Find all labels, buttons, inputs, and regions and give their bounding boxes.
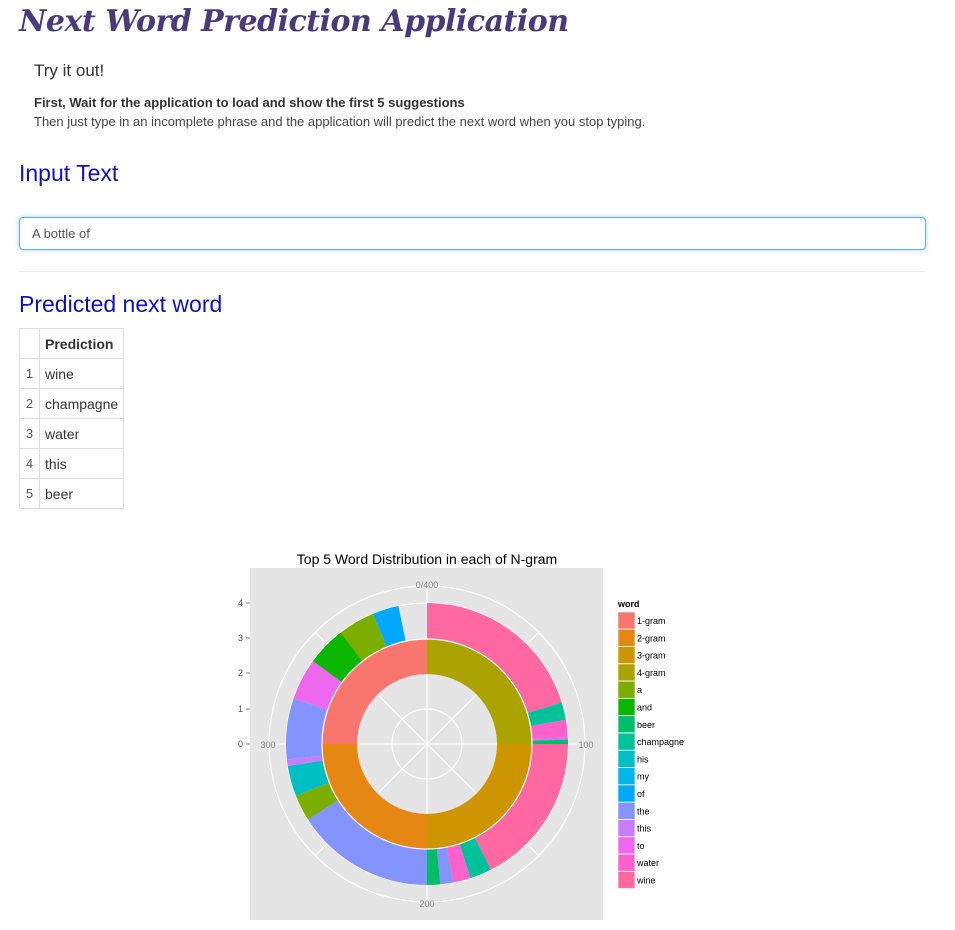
r-tick-label: 0	[238, 739, 243, 749]
legend-key	[617, 819, 636, 837]
row-index: 2	[19, 388, 40, 419]
row-number-header	[19, 328, 40, 359]
load-instruction: First, Wait for the application to load …	[34, 95, 465, 110]
legend-label: a	[637, 685, 642, 695]
legend-label: 1-gram	[637, 616, 666, 626]
table-row: 3 water	[19, 418, 125, 449]
legend-label: 3-gram	[637, 651, 666, 661]
predicted-word: this	[38, 448, 125, 479]
row-index: 5	[19, 478, 40, 509]
phrase-input[interactable]	[20, 218, 925, 249]
r-tick-label: 2	[238, 668, 243, 678]
phrase-input-wrapper[interactable]	[19, 217, 926, 250]
legend-label: 2-gram	[637, 633, 666, 643]
legend-label: the	[637, 806, 650, 816]
legend-label: 4-gram	[637, 668, 666, 678]
predicted-word: champagne	[38, 388, 125, 419]
legend-label: beer	[637, 720, 655, 730]
legend-key	[617, 698, 636, 716]
legend-key	[617, 767, 636, 785]
try-it-text: Try it out!	[34, 61, 105, 80]
legend-key	[617, 750, 636, 768]
legend-label: water	[636, 858, 659, 868]
row-index: 4	[19, 448, 40, 479]
legend-key	[617, 732, 636, 751]
r-tick-label: 1	[238, 704, 243, 714]
predicted-next-word-heading: Predicted next word	[19, 291, 223, 317]
theta-tick-label: 100	[578, 740, 593, 750]
input-text-heading: Input Text	[19, 160, 119, 186]
chart-title: Top 5 Word Distribution in each of N-gra…	[297, 551, 557, 567]
legend-key	[617, 801, 636, 820]
usage-instruction: Then just type in an incomplete phrase a…	[34, 114, 646, 129]
legend-title: word	[617, 599, 640, 609]
legend-key	[617, 646, 636, 664]
legend-key	[617, 784, 636, 803]
theta-tick-label: 0/400	[416, 580, 439, 590]
table-row: 2 champagne	[19, 388, 125, 419]
legend-label: champagne	[637, 737, 684, 747]
theta-tick-label: 300	[260, 740, 275, 750]
legend-key	[617, 836, 636, 855]
predicted-word: water	[38, 418, 125, 449]
legend-label: wine	[636, 876, 656, 886]
theta-tick-label: 200	[419, 899, 434, 909]
row-index: 1	[19, 358, 40, 389]
legend-key	[617, 715, 636, 734]
intro-panel: Try it out! First, Wait for the applicat…	[34, 61, 645, 131]
legend-key	[617, 680, 636, 699]
prediction-column-header: Prediction	[38, 328, 125, 359]
predicted-word: wine	[38, 358, 125, 389]
table-row: 1 wine	[19, 358, 125, 389]
legend-label: my	[637, 772, 649, 782]
legend-label: this	[637, 824, 652, 834]
legend-key	[617, 853, 636, 872]
table-row: 4 this	[19, 448, 125, 479]
table-row: 5 beer	[19, 478, 125, 509]
legend-label: and	[637, 703, 652, 713]
legend-label: his	[637, 754, 649, 764]
word-distribution-chart: Top 5 Word Distribution in each of N-gra…	[238, 551, 684, 920]
app-title: Next Word Prediction Application	[19, 4, 569, 39]
legend-key	[617, 611, 636, 630]
legend-label: of	[637, 789, 645, 799]
section-divider	[19, 271, 926, 272]
r-tick-label: 3	[238, 633, 243, 643]
table-header-row: Prediction	[19, 328, 125, 359]
predicted-word: beer	[38, 478, 125, 509]
legend-key	[617, 871, 636, 889]
row-index: 3	[19, 418, 40, 449]
legend-label: to	[637, 841, 645, 851]
prediction-table: Prediction 1 wine 2 champagne 3 water 4 …	[19, 328, 125, 509]
legend-key	[617, 629, 636, 647]
r-tick-label: 4	[238, 598, 243, 608]
legend-key	[617, 663, 636, 682]
